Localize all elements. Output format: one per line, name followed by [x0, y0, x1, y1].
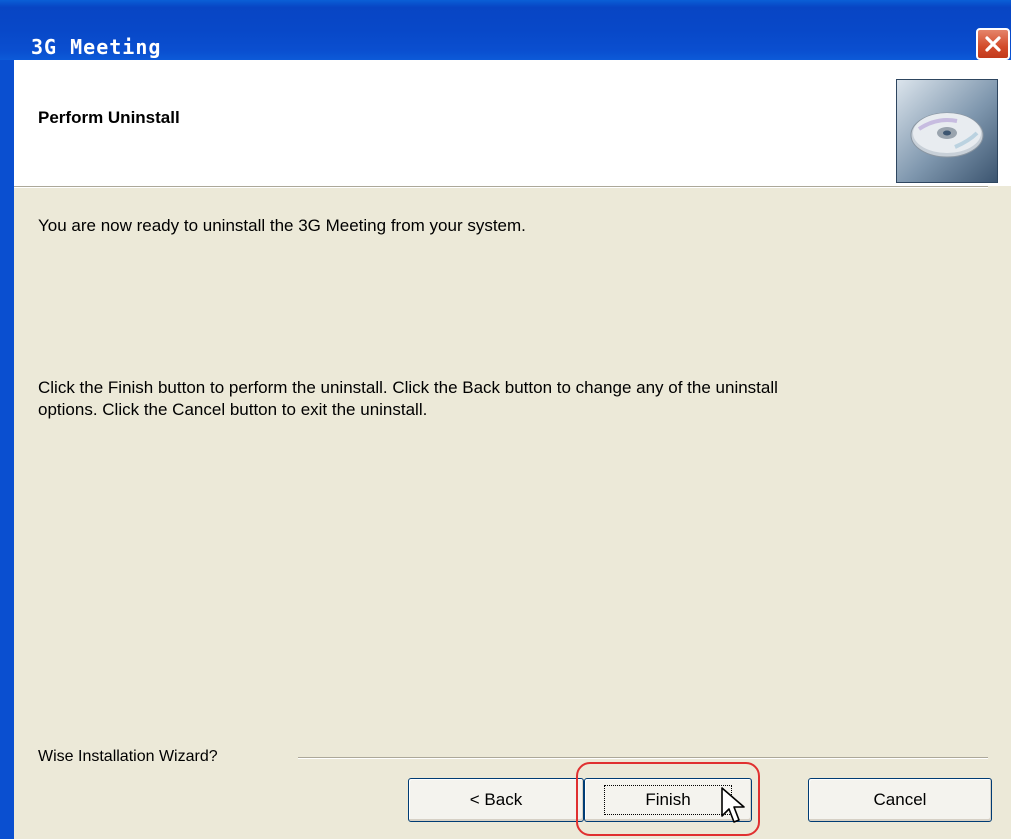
back-button-label: < Back: [469, 790, 523, 809]
footer-separator: [298, 757, 988, 759]
ready-message: You are now ready to uninstall the 3G Me…: [38, 216, 526, 235]
cancel-button[interactable]: Cancel: [808, 778, 992, 822]
wizard-brand-label: Wise Installation Wizard?: [38, 748, 218, 765]
mouse-cursor-icon: [721, 787, 745, 823]
title-bar: 3G Meeting: [0, 0, 1011, 60]
back-button[interactable]: < Back: [408, 778, 584, 822]
close-button[interactable]: [976, 28, 1010, 60]
window-title: 3G Meeting: [31, 35, 162, 59]
cancel-button-label: Cancel: [873, 790, 927, 809]
instructions-line-1: Click the Finish button to perform the u…: [38, 378, 778, 397]
window-frame-left: [0, 60, 14, 839]
page-title: Perform Uninstall: [38, 108, 180, 127]
instructions-line-2: options. Click the Cancel button to exit…: [38, 400, 428, 419]
header-separator: [14, 186, 988, 188]
close-icon: [985, 36, 1001, 52]
cd-disc-icon: [896, 79, 998, 183]
